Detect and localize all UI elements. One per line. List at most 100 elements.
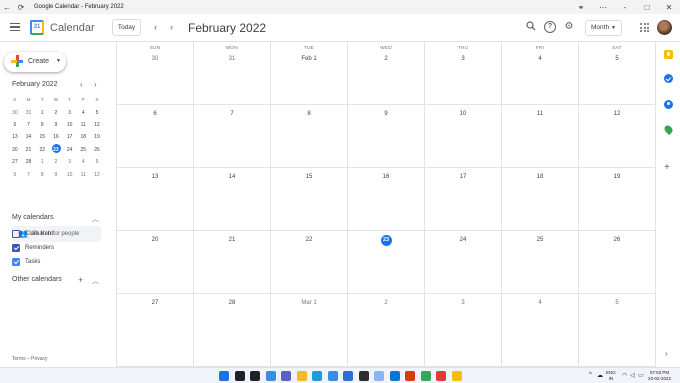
day-cell[interactable]: MON 31	[193, 42, 270, 104]
day-number[interactable]: 24	[425, 235, 501, 246]
day-number-today[interactable]: 23	[348, 235, 424, 246]
mini-day-selected[interactable]: 23	[49, 143, 63, 153]
prev-month-button[interactable]: ‹	[154, 22, 157, 32]
mini-day[interactable]: 20	[8, 147, 22, 153]
mini-day[interactable]: 9	[49, 172, 63, 178]
day-cell[interactable]: 27	[116, 294, 193, 366]
day-cell[interactable]: TUE Feb 1	[270, 42, 347, 104]
office-icon[interactable]	[405, 371, 415, 381]
mini-day[interactable]: 3	[63, 159, 77, 165]
calendar-checkbox[interactable]	[12, 230, 20, 238]
day-cell[interactable]: 24	[424, 231, 501, 293]
notepad-icon[interactable]	[374, 371, 384, 381]
maps-icon[interactable]	[662, 123, 675, 136]
reload-icon[interactable]: ⟳	[14, 3, 28, 12]
day-cell[interactable]: 2	[347, 294, 424, 366]
next-month-button[interactable]: ›	[170, 22, 173, 32]
search-icon[interactable]	[525, 21, 537, 33]
notes-icon[interactable]	[451, 371, 462, 381]
day-number[interactable]: 17	[425, 172, 501, 183]
day-number[interactable]: Mar 1	[271, 298, 347, 309]
opera-icon[interactable]	[436, 371, 446, 381]
day-number[interactable]: 3	[425, 54, 501, 65]
day-cell[interactable]: 20	[116, 231, 193, 293]
mini-day[interactable]: 17	[63, 134, 77, 140]
mini-day[interactable]: 5	[90, 159, 104, 165]
mini-day[interactable]: 10	[63, 172, 77, 178]
mini-day[interactable]: 1	[35, 110, 49, 116]
day-cell[interactable]: SAT 5	[578, 42, 655, 104]
store-icon[interactable]	[327, 371, 338, 381]
mini-day[interactable]: 7	[22, 122, 36, 128]
mini-day[interactable]: 11	[76, 122, 90, 128]
day-cell[interactable]: FRI 4	[501, 42, 578, 104]
avatar[interactable]	[657, 20, 672, 35]
mini-day[interactable]: 16	[49, 134, 63, 140]
day-number[interactable]: 30	[117, 54, 193, 65]
day-number[interactable]: Feb 1	[271, 54, 347, 65]
mini-day[interactable]: 6	[8, 172, 22, 178]
mini-day[interactable]: 22	[35, 147, 49, 153]
mini-day[interactable]: 8	[35, 172, 49, 178]
day-number[interactable]: 11	[502, 109, 578, 120]
main-menu-icon[interactable]	[10, 23, 20, 31]
day-cell[interactable]: 22	[270, 231, 347, 293]
calendar-item-reminders[interactable]: Reminders	[12, 243, 54, 253]
day-cell[interactable]: 21	[193, 231, 270, 293]
day-number[interactable]: 13	[117, 172, 193, 183]
language-indicator[interactable]: ENG IN	[606, 370, 616, 381]
day-cell[interactable]: THU 3	[424, 42, 501, 104]
day-number[interactable]: 12	[579, 109, 655, 120]
mini-day[interactable]: 18	[76, 134, 90, 140]
day-cell[interactable]: 23	[347, 231, 424, 293]
mini-day[interactable]: 9	[49, 122, 63, 128]
mini-day[interactable]: 19	[90, 134, 104, 140]
photos-icon[interactable]	[343, 371, 353, 381]
day-cell[interactable]: 3	[424, 294, 501, 366]
day-cell[interactable]: 15	[270, 168, 347, 230]
day-cell[interactable]: 18	[501, 168, 578, 230]
day-number[interactable]: 20	[117, 235, 193, 246]
day-cell[interactable]: 16	[347, 168, 424, 230]
day-number[interactable]: 9	[348, 109, 424, 120]
create-button[interactable]: Create ▼	[4, 52, 66, 72]
mini-next-button[interactable]: ›	[94, 80, 97, 89]
teams-chat-icon[interactable]	[281, 371, 291, 381]
mini-day[interactable]: 15	[35, 134, 49, 140]
day-number[interactable]: 14	[194, 172, 270, 183]
day-cell[interactable]: 4	[501, 294, 578, 366]
chevron-right-icon[interactable]: ›	[665, 349, 668, 358]
day-number[interactable]: 18	[502, 172, 578, 183]
mini-day[interactable]: 30	[8, 110, 22, 116]
mini-day[interactable]: 2	[49, 159, 63, 165]
day-cell[interactable]: 19	[578, 168, 655, 230]
calendar-checkbox[interactable]	[12, 258, 20, 266]
day-number[interactable]: 16	[348, 172, 424, 183]
tasks-icon[interactable]	[664, 74, 673, 83]
day-number[interactable]: 22	[271, 235, 347, 246]
windows-start-icon[interactable]	[219, 371, 229, 381]
day-cell[interactable]: 25	[501, 231, 578, 293]
view-selector[interactable]: Month ▼	[585, 20, 622, 36]
day-cell[interactable]: 6	[116, 105, 193, 167]
day-cell[interactable]: 8	[270, 105, 347, 167]
apps-icon[interactable]	[640, 23, 649, 32]
more-icon[interactable]: ⋯	[592, 3, 614, 12]
mini-day[interactable]: 7	[22, 172, 36, 178]
wifi-icon[interactable]: ◠	[622, 372, 627, 379]
day-number[interactable]: 2	[348, 54, 424, 65]
day-number[interactable]: 10	[425, 109, 501, 120]
day-number[interactable]: 25	[502, 235, 578, 246]
day-number[interactable]: 15	[271, 172, 347, 183]
minimize-button[interactable]: -	[614, 3, 636, 12]
task-view-icon[interactable]	[250, 371, 260, 381]
calendar-item-tasks[interactable]: Tasks	[12, 257, 40, 267]
chrome-icon[interactable]	[420, 371, 431, 381]
mini-day[interactable]: 21	[22, 147, 36, 153]
close-button[interactable]: ✕	[658, 3, 680, 12]
day-number[interactable]: 31	[194, 54, 270, 65]
search-taskbar-icon[interactable]	[234, 371, 245, 381]
chevron-up-icon[interactable]: ︿	[92, 276, 99, 286]
day-number[interactable]: 28	[194, 298, 270, 309]
day-number[interactable]: 27	[117, 298, 193, 309]
